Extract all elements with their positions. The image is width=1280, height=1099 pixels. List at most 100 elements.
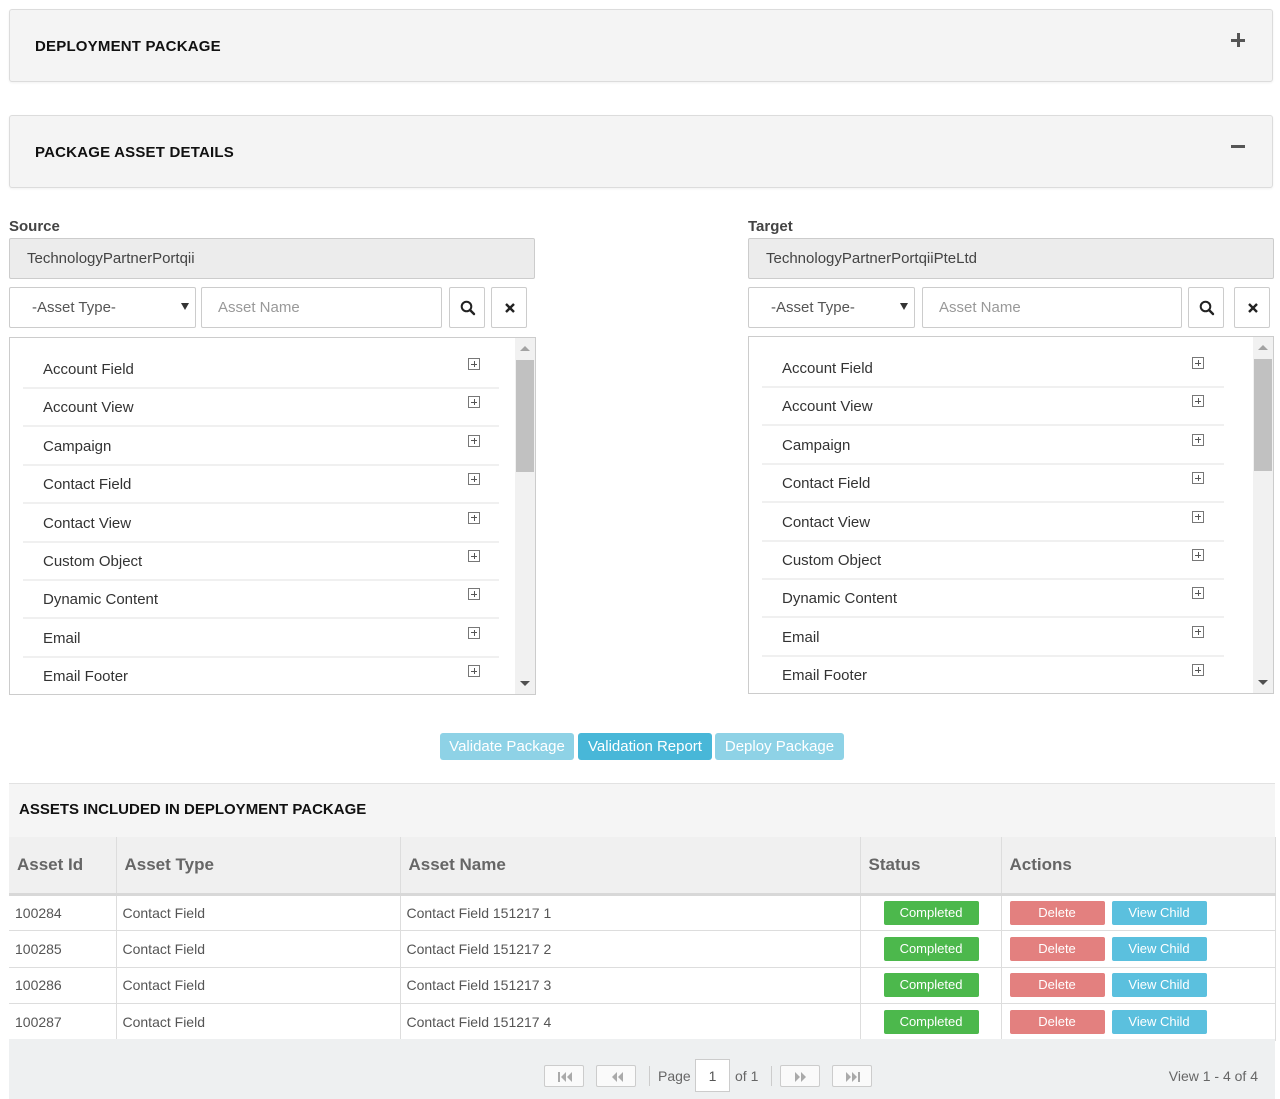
expand-plus-icon[interactable] — [1192, 472, 1204, 485]
previous-page-button[interactable] — [596, 1065, 636, 1087]
status-cell: Completed — [860, 967, 1002, 1004]
plus-icon[interactable] — [1228, 30, 1248, 50]
table-row: 100287 Contact Field Contact Field 151217 … — [9, 1003, 1276, 1041]
validate-package-button[interactable]: Validate Package — [440, 733, 574, 760]
source-asset-type-select[interactable]: -Asset Type- — [9, 287, 196, 328]
asset-type-item[interactable]: Custom Object — [762, 542, 1224, 580]
scroll-thumb[interactable] — [516, 360, 534, 472]
page-number-input[interactable] — [695, 1059, 730, 1092]
target-label: Target — [748, 218, 793, 235]
scroll-up-icon[interactable] — [1258, 345, 1268, 350]
expand-plus-icon[interactable] — [1192, 587, 1204, 600]
view-child-button[interactable]: View Child — [1111, 973, 1207, 998]
first-page-button[interactable] — [544, 1065, 584, 1087]
view-child-button[interactable]: View Child — [1111, 1009, 1207, 1034]
view-child-button[interactable]: View Child — [1111, 936, 1207, 961]
pagination-bar: Page of 1 View 1 - 4 of 4 — [9, 1039, 1275, 1099]
page-label: Page — [658, 1068, 691, 1084]
target-list-scrollbar[interactable] — [1253, 337, 1273, 693]
scroll-up-icon[interactable] — [520, 346, 530, 351]
target-search-button[interactable] — [1188, 287, 1224, 328]
asset-type-item[interactable]: Contact View — [762, 503, 1224, 542]
view-child-button[interactable]: View Child — [1111, 900, 1207, 925]
expand-plus-icon[interactable] — [468, 665, 480, 678]
expand-plus-icon[interactable] — [1192, 625, 1204, 638]
expand-plus-icon[interactable] — [468, 626, 480, 639]
expand-plus-icon[interactable] — [468, 473, 480, 486]
expand-plus-icon[interactable] — [468, 588, 480, 601]
asset-type-item[interactable]: Contact Field — [762, 465, 1224, 504]
target-asset-name-input[interactable] — [922, 287, 1182, 328]
asset-type-item[interactable]: Dynamic Content — [762, 580, 1224, 619]
package-asset-details-panel[interactable]: PACKAGE ASSET DETAILS — [9, 115, 1273, 188]
asset-type-label: Contact View — [43, 514, 132, 532]
asset-type-item[interactable]: Account View — [762, 388, 1224, 427]
expand-plus-icon[interactable] — [1192, 549, 1204, 561]
status-cell: Completed — [860, 894, 1002, 931]
expand-plus-icon[interactable] — [468, 358, 480, 370]
asset-type-item[interactable]: Custom Object — [23, 543, 499, 581]
source-instance-field: TechnologyPartnerPortqii — [9, 238, 535, 279]
expand-plus-icon[interactable] — [468, 511, 480, 524]
actions-cell: Delete View Child — [1001, 894, 1276, 931]
asset-type-item[interactable]: Email — [762, 618, 1224, 657]
column-header-asset-type[interactable]: Asset Type — [116, 837, 401, 896]
source-asset-list[interactable]: Email Footer Email Dynamic Content Custom O… — [9, 337, 536, 695]
source-label: Source — [9, 218, 60, 235]
expand-plus-icon[interactable] — [468, 550, 480, 562]
pager-separator — [649, 1066, 650, 1086]
target-asset-type-select[interactable]: -Asset Type- — [748, 287, 915, 328]
source-asset-name-input[interactable] — [201, 287, 442, 328]
first-page-icon — [558, 1072, 572, 1082]
expand-plus-icon[interactable] — [1192, 395, 1204, 408]
asset-name-cell: Contact Field 151217 3 — [400, 967, 861, 1004]
deployment-package-panel[interactable]: DEPLOYMENT PACKAGE — [9, 9, 1273, 82]
asset-type-item[interactable]: Campaign — [23, 427, 499, 466]
delete-button[interactable]: Delete — [1009, 973, 1105, 998]
target-asset-list[interactable]: Email Footer Email Dynamic Content Custom O… — [748, 336, 1274, 694]
asset-type-item[interactable]: Contact Field — [23, 466, 499, 505]
column-header-asset-id[interactable]: Asset Id — [9, 837, 117, 896]
delete-button[interactable]: Delete — [1009, 936, 1105, 961]
next-page-button[interactable] — [780, 1065, 820, 1087]
asset-type-item[interactable]: Email Footer — [23, 658, 499, 694]
delete-button[interactable]: Delete — [1009, 900, 1105, 925]
delete-button[interactable]: Delete — [1009, 1009, 1105, 1034]
asset-type-label: Account Field — [782, 360, 873, 377]
minus-icon[interactable] — [1228, 136, 1248, 156]
target-clear-button[interactable] — [1234, 287, 1270, 328]
asset-type-item[interactable]: Account Field — [23, 351, 499, 389]
source-asset-type-value: -Asset Type- — [32, 299, 116, 316]
last-page-button[interactable] — [832, 1065, 872, 1087]
source-list-scrollbar[interactable] — [515, 338, 535, 694]
expand-plus-icon[interactable] — [1192, 357, 1204, 369]
asset-type-item[interactable]: Campaign — [762, 426, 1224, 465]
expand-plus-icon[interactable] — [1192, 510, 1204, 523]
scroll-down-icon[interactable] — [1258, 680, 1268, 685]
deploy-package-button[interactable]: Deploy Package — [715, 733, 844, 760]
expand-plus-icon[interactable] — [468, 396, 480, 409]
previous-page-icon — [612, 1072, 623, 1082]
scroll-down-icon[interactable] — [520, 681, 530, 686]
package-asset-details-title: PACKAGE ASSET DETAILS — [35, 144, 234, 161]
asset-type-item[interactable]: Account View — [23, 389, 499, 428]
column-header-status[interactable]: Status — [860, 837, 1002, 896]
asset-type-item[interactable]: Contact View — [23, 504, 499, 543]
next-page-icon — [795, 1072, 806, 1082]
validation-report-button[interactable]: Validation Report — [578, 733, 712, 760]
source-clear-button[interactable] — [491, 287, 527, 328]
expand-plus-icon[interactable] — [1192, 664, 1204, 677]
asset-type-item[interactable]: Account Field — [762, 350, 1224, 388]
scroll-thumb[interactable] — [1254, 359, 1272, 471]
column-header-asset-name[interactable]: Asset Name — [400, 837, 861, 896]
actions-cell: Delete View Child — [1001, 1003, 1276, 1041]
asset-type-label: Account View — [43, 399, 134, 417]
asset-type-item[interactable]: Email Footer — [762, 657, 1224, 693]
asset-type-item[interactable]: Dynamic Content — [23, 581, 499, 620]
expand-plus-icon[interactable] — [1192, 433, 1204, 446]
asset-type-item[interactable]: Email — [23, 619, 499, 658]
asset-type-label: Email Footer — [782, 667, 868, 685]
asset-type-label: Contact Field — [782, 475, 871, 493]
source-search-button[interactable] — [449, 287, 485, 328]
expand-plus-icon[interactable] — [468, 434, 480, 447]
